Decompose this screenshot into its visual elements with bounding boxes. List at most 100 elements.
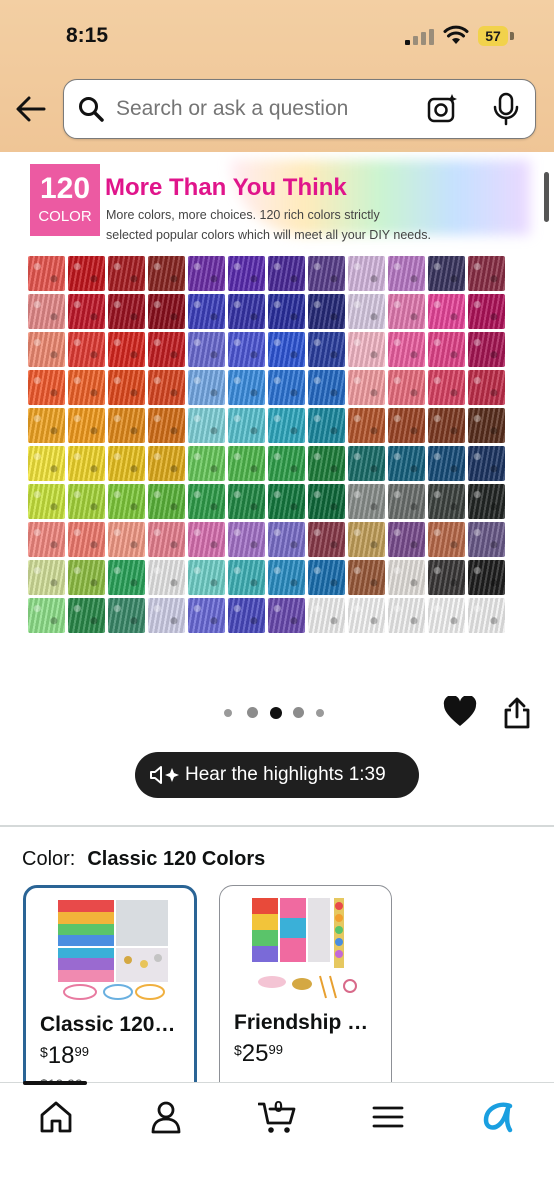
account-icon[interactable] xyxy=(148,1100,184,1134)
bead-swatch xyxy=(388,446,425,481)
cart-button[interactable]: 0 xyxy=(258,1095,298,1135)
bead-swatch xyxy=(28,408,65,443)
carousel-dot-active[interactable] xyxy=(270,707,282,719)
cellular-signal-icon xyxy=(405,29,434,45)
price-currency: $ xyxy=(234,1042,242,1058)
nav-active-indicator xyxy=(23,1081,87,1085)
bead-swatch xyxy=(148,332,185,367)
speaker-sparkle-icon xyxy=(150,766,179,784)
share-icon[interactable] xyxy=(503,697,531,729)
variant-price: $2599 xyxy=(234,1040,283,1068)
bead-swatch xyxy=(388,256,425,291)
image-subline-1: More colors, more choices. 120 rich colo… xyxy=(106,208,380,222)
wifi-icon xyxy=(443,25,469,44)
scrollbar-thumb[interactable] xyxy=(544,172,549,222)
menu-icon[interactable] xyxy=(370,1100,406,1134)
bead-swatch xyxy=(148,522,185,557)
bead-swatch xyxy=(388,294,425,329)
bead-swatch xyxy=(28,560,65,595)
camera-lens-icon[interactable] xyxy=(427,93,459,125)
highlights-label: Hear the highlights 1:39 xyxy=(185,764,386,785)
bead-swatch xyxy=(468,522,505,557)
bead-swatch xyxy=(348,522,385,557)
bead-swatch xyxy=(108,598,145,633)
bead-swatch xyxy=(68,598,105,633)
home-icon[interactable] xyxy=(38,1100,74,1134)
bead-swatch xyxy=(388,598,425,633)
bead-swatch xyxy=(348,294,385,329)
bead-swatch xyxy=(68,522,105,557)
carousel-dots xyxy=(224,706,334,720)
carousel-dot[interactable] xyxy=(293,707,304,718)
bead-swatch xyxy=(268,446,305,481)
bead-swatch xyxy=(268,560,305,595)
bead-swatch xyxy=(28,294,65,329)
bead-swatch xyxy=(68,408,105,443)
price-dollars: 25 xyxy=(241,1040,269,1067)
bead-swatch xyxy=(28,446,65,481)
bead-swatch xyxy=(228,370,265,405)
bead-swatch xyxy=(308,598,345,633)
bead-swatch xyxy=(68,560,105,595)
bead-swatch xyxy=(28,256,65,291)
section-divider xyxy=(0,825,554,827)
bead-swatch xyxy=(268,370,305,405)
microphone-icon[interactable] xyxy=(492,92,520,126)
bead-swatch xyxy=(188,446,225,481)
bead-swatch xyxy=(308,332,345,367)
bead-swatch xyxy=(108,332,145,367)
bead-swatch xyxy=(388,560,425,595)
carousel-dot[interactable] xyxy=(224,709,232,717)
bead-swatch xyxy=(308,560,345,595)
bead-swatch xyxy=(148,370,185,405)
bead-swatch xyxy=(308,370,345,405)
bead-swatch xyxy=(68,446,105,481)
bead-swatch xyxy=(148,484,185,519)
search-bar[interactable] xyxy=(63,79,536,139)
bead-swatch xyxy=(308,522,345,557)
bead-swatch xyxy=(468,408,505,443)
bead-swatch xyxy=(28,332,65,367)
carousel-dot[interactable] xyxy=(316,709,324,717)
bead-swatch xyxy=(308,294,345,329)
bead-swatch xyxy=(228,598,265,633)
bead-swatch xyxy=(228,256,265,291)
bead-swatch xyxy=(28,484,65,519)
bead-swatch xyxy=(188,598,225,633)
image-subline-2: selected popular colors which will meet … xyxy=(106,228,431,242)
bead-swatch xyxy=(268,294,305,329)
hear-highlights-button[interactable]: Hear the highlights 1:39 xyxy=(135,752,419,798)
bead-swatch xyxy=(308,256,345,291)
bead-swatch xyxy=(188,294,225,329)
variant-thumbnail xyxy=(252,898,357,999)
bead-swatch xyxy=(148,256,185,291)
bead-swatch xyxy=(428,522,465,557)
bead-swatch xyxy=(468,484,505,519)
bead-swatch xyxy=(188,332,225,367)
heart-icon[interactable] xyxy=(443,696,477,728)
bead-swatch xyxy=(268,332,305,367)
search-input[interactable] xyxy=(116,94,416,124)
bead-swatch xyxy=(228,294,265,329)
back-arrow-icon[interactable] xyxy=(14,92,48,126)
bead-swatch xyxy=(468,294,505,329)
bead-swatch xyxy=(388,370,425,405)
bead-swatch xyxy=(188,370,225,405)
bead-swatch xyxy=(388,522,425,557)
bead-swatch xyxy=(108,484,145,519)
bead-swatch xyxy=(428,598,465,633)
bead-swatch xyxy=(68,332,105,367)
bead-swatch xyxy=(428,370,465,405)
bead-swatch xyxy=(268,256,305,291)
bead-swatch xyxy=(228,484,265,519)
bead-swatch xyxy=(428,408,465,443)
rufus-icon[interactable] xyxy=(480,1100,516,1134)
carousel-dot[interactable] xyxy=(247,707,258,718)
bead-swatch xyxy=(108,256,145,291)
bead-swatch xyxy=(428,294,465,329)
bead-swatch xyxy=(268,598,305,633)
image-headline: More Than You Think xyxy=(105,174,347,201)
bead-swatch xyxy=(348,446,385,481)
color-key: Color: xyxy=(22,848,76,870)
bead-swatch xyxy=(68,256,105,291)
